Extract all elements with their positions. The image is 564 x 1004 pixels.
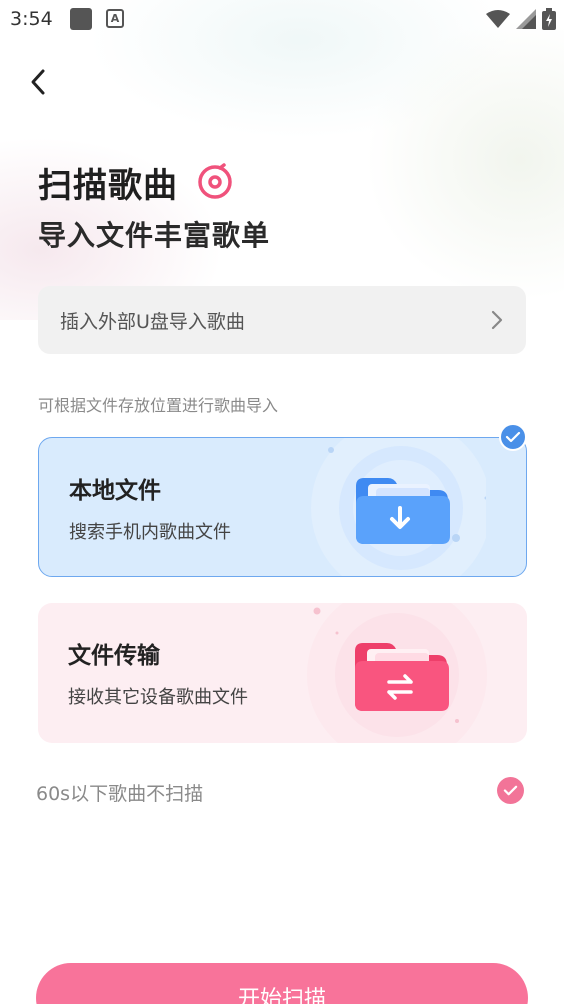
start-scan-button[interactable]: 开始扫描 [36, 963, 528, 1004]
page-subtitle: 导入文件丰富歌单 [38, 219, 271, 252]
chevron-right-icon [491, 310, 503, 330]
import-hint: 可根据文件存放位置进行歌曲导入 [38, 396, 279, 415]
start-scan-label: 开始扫描 [237, 987, 326, 1004]
notification-a-icon: A [106, 9, 124, 28]
back-arrow-icon [31, 69, 45, 95]
signal-icon [516, 9, 536, 29]
file-transfer-title: 文件传输 [68, 643, 160, 669]
local-file-title: 本地文件 [69, 478, 161, 504]
wifi-icon [486, 10, 510, 28]
check-icon [503, 785, 518, 796]
download-folder-icon [311, 438, 486, 576]
usb-import-label: 插入外部U盘导入歌曲 [60, 311, 245, 333]
local-file-check-icon[interactable] [499, 423, 527, 451]
skip-short-songs-checkbox[interactable] [497, 777, 524, 804]
page-title: 扫描歌曲 [38, 166, 178, 206]
back-button[interactable] [22, 64, 54, 100]
transfer-folder-icon [307, 603, 487, 743]
music-disc-icon [198, 163, 232, 199]
status-time: 3:54 [10, 8, 53, 30]
file-transfer-desc: 接收其它设备歌曲文件 [68, 687, 248, 708]
usb-import-row[interactable]: 插入外部U盘导入歌曲 [38, 286, 526, 354]
local-file-desc: 搜索手机内歌曲文件 [69, 522, 231, 543]
status-icons [486, 8, 556, 30]
battery-icon [542, 8, 556, 30]
local-file-option[interactable]: 本地文件 搜索手机内歌曲文件 [38, 437, 527, 577]
skip-short-songs-row: 60s以下歌曲不扫描 [36, 776, 526, 808]
status-bar: 3:54 A [0, 0, 564, 38]
notification-square-icon [70, 8, 92, 30]
skip-short-songs-label: 60s以下歌曲不扫描 [36, 783, 204, 805]
file-transfer-option[interactable]: 文件传输 接收其它设备歌曲文件 [38, 603, 527, 743]
